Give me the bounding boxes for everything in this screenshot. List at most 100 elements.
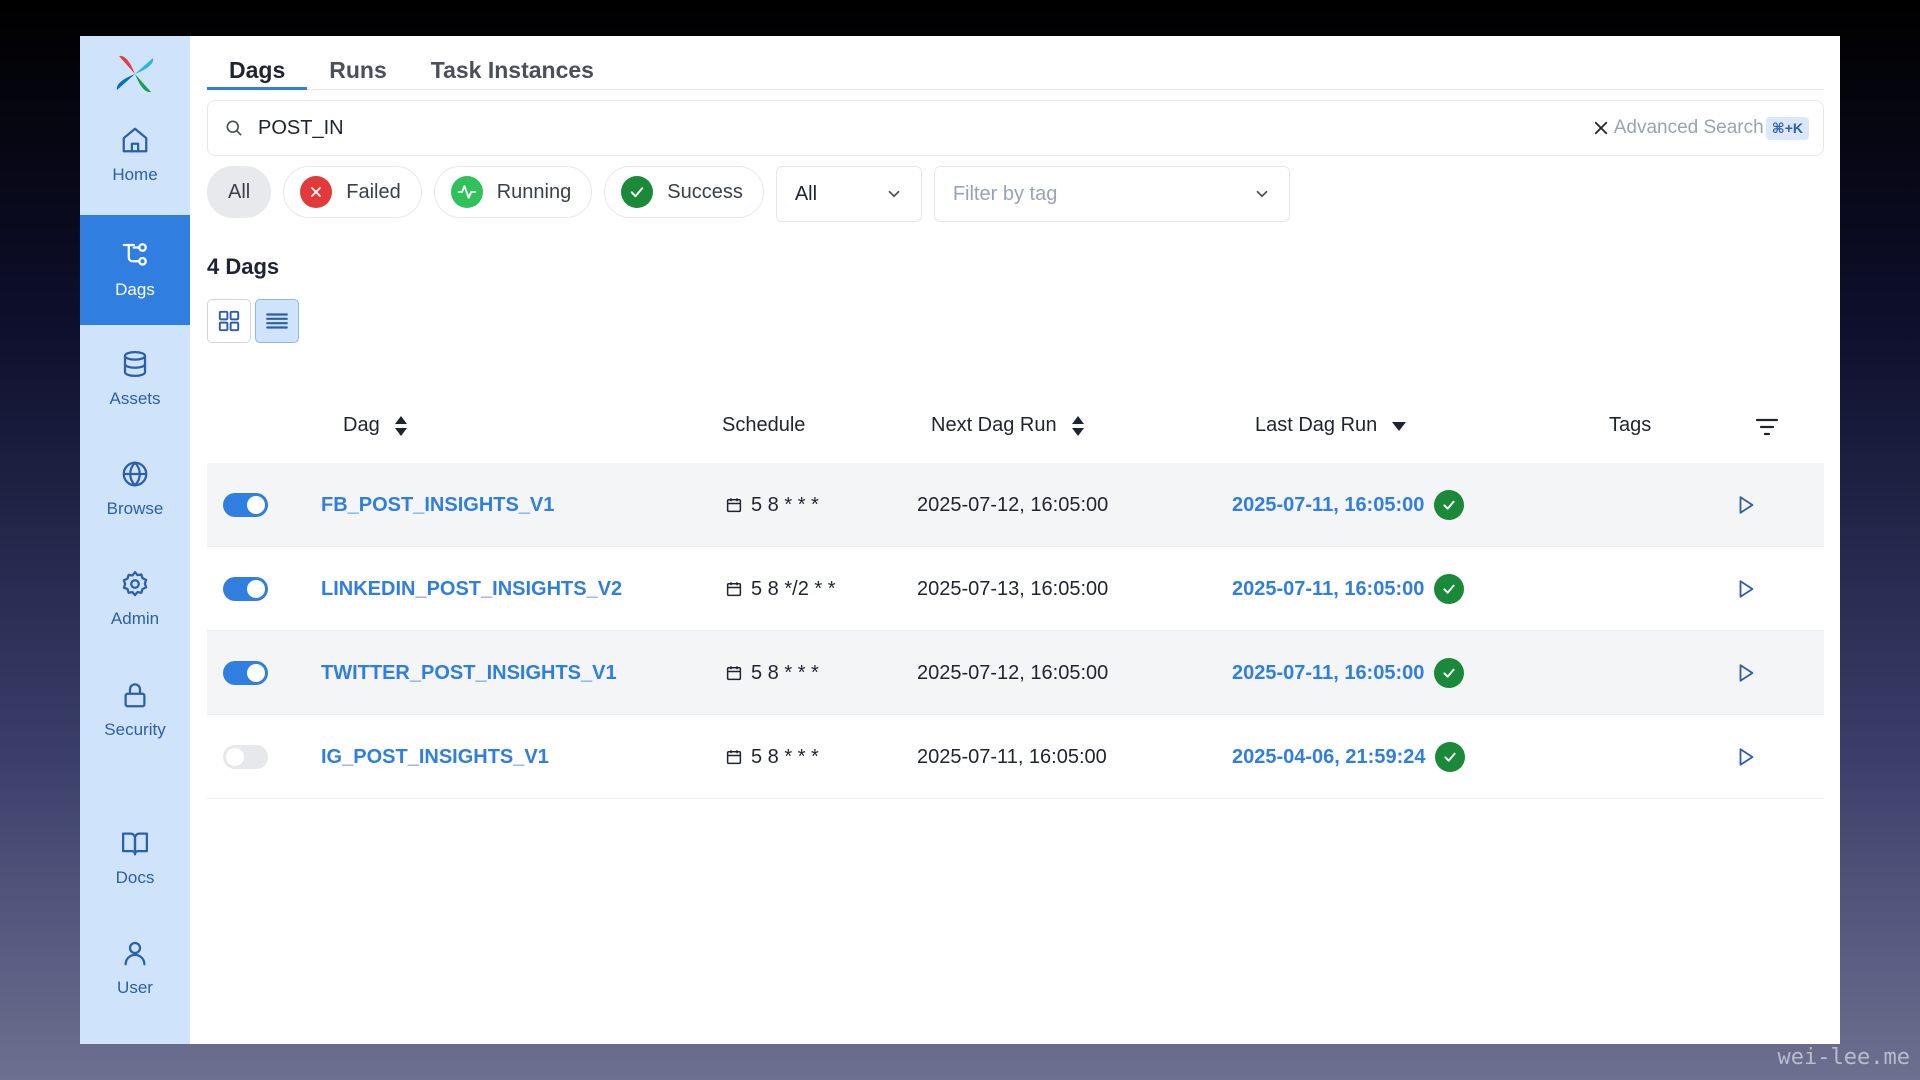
dag-name-link[interactable]: IG_POST_INSIGHTS_V1 bbox=[321, 746, 549, 769]
main-content: Dags Runs Task Instances Advanced Search… bbox=[190, 36, 1840, 1044]
success-status-icon bbox=[1434, 658, 1465, 688]
airflow-logo[interactable] bbox=[113, 52, 157, 96]
state-filters: All Failed Running Success All Filter by… bbox=[207, 166, 1290, 222]
trigger-dag-play-icon[interactable] bbox=[1735, 494, 1757, 516]
schedule-value: 5 8 * * * bbox=[751, 493, 819, 516]
filter-failed-label: Failed bbox=[346, 180, 401, 203]
next-run-value: 2025-07-13, 16:05:00 bbox=[917, 577, 1109, 600]
schedule-value: 5 8 */2 * * bbox=[751, 577, 836, 600]
calendar-icon bbox=[726, 666, 742, 681]
dag-pause-toggle[interactable] bbox=[223, 745, 268, 769]
shortcut-badge: ⌘+K bbox=[1765, 116, 1809, 140]
gear-icon bbox=[122, 571, 148, 597]
schedule-value: 5 8 * * * bbox=[751, 661, 819, 684]
filter-failed-button[interactable]: Failed bbox=[283, 166, 422, 218]
trigger-dag-play-icon[interactable] bbox=[1735, 662, 1757, 684]
filter-running-label: Running bbox=[496, 180, 572, 203]
table-row: FB_POST_INSIGHTS_V1 5 8 * * * 2025-07-12… bbox=[207, 463, 1824, 547]
search-bar: Advanced Search ⌘+K bbox=[207, 100, 1824, 156]
sidebar-item-dags[interactable]: Dags bbox=[80, 215, 190, 325]
column-header-label: Last Dag Run bbox=[1255, 414, 1378, 436]
dag-name-link[interactable]: FB_POST_INSIGHTS_V1 bbox=[321, 494, 554, 517]
list-icon bbox=[266, 313, 288, 329]
running-icon bbox=[450, 176, 483, 208]
sidebar-item-security[interactable]: Security bbox=[80, 655, 190, 765]
search-icon bbox=[226, 120, 242, 136]
globe-icon bbox=[122, 461, 148, 487]
card-view-button[interactable] bbox=[207, 299, 251, 343]
chevron-down-icon bbox=[888, 190, 900, 198]
user-icon bbox=[124, 941, 146, 966]
trigger-dag-play-icon[interactable] bbox=[1735, 578, 1757, 600]
sidebar-item-label: Assets bbox=[109, 389, 161, 408]
sidebar-item-browse[interactable]: Browse bbox=[80, 434, 190, 544]
column-header-label: Dag bbox=[343, 414, 380, 436]
search-input[interactable] bbox=[258, 116, 1592, 140]
sidebar: Home Dags Assets Browse Admin Security D… bbox=[80, 36, 190, 1044]
success-status-icon bbox=[1435, 742, 1466, 772]
column-header-last-run[interactable]: Last Dag Run bbox=[1255, 414, 1407, 437]
sort-icon bbox=[394, 415, 407, 436]
sidebar-item-admin[interactable]: Admin bbox=[80, 544, 190, 654]
filter-all-button[interactable]: All bbox=[207, 166, 272, 218]
column-header-next-run[interactable]: Next Dag Run bbox=[931, 414, 1085, 437]
column-header-schedule: Schedule bbox=[722, 414, 805, 437]
tab-dags[interactable]: Dags bbox=[207, 50, 308, 90]
dag-pause-toggle[interactable] bbox=[223, 577, 268, 601]
watermark: wei-lee.me bbox=[1777, 1045, 1910, 1070]
trigger-dag-play-icon[interactable] bbox=[1735, 746, 1757, 768]
calendar-icon bbox=[726, 498, 742, 513]
tab-runs[interactable]: Runs bbox=[307, 50, 409, 90]
next-run-value: 2025-07-11, 16:05:00 bbox=[917, 745, 1107, 768]
sidebar-item-label: Browse bbox=[106, 499, 164, 518]
column-filter-button[interactable] bbox=[1741, 416, 1779, 438]
sort-icon bbox=[1071, 415, 1084, 436]
paused-filter-value: All bbox=[794, 182, 818, 205]
column-header-dag[interactable]: Dag bbox=[343, 414, 408, 437]
book-icon bbox=[122, 832, 148, 856]
last-run-link[interactable]: 2025-04-06, 21:59:24 bbox=[1232, 742, 1466, 772]
calendar-icon bbox=[726, 750, 742, 765]
paused-filter-select[interactable]: All bbox=[775, 166, 922, 222]
sidebar-item-label: Dags bbox=[115, 280, 155, 299]
app-window: Home Dags Assets Browse Admin Security D… bbox=[80, 36, 1840, 1044]
filter-running-button[interactable]: Running bbox=[433, 166, 593, 218]
table-row: TWITTER_POST_INSIGHTS_V1 5 8 * * * 2025-… bbox=[207, 631, 1824, 715]
last-run-value: 2025-07-11, 16:05:00 bbox=[1232, 661, 1425, 684]
success-icon bbox=[621, 176, 654, 208]
sidebar-item-user[interactable]: User bbox=[80, 913, 190, 1023]
column-header-label: Tags bbox=[1609, 414, 1652, 436]
filter-success-label: Success bbox=[667, 180, 743, 203]
advanced-search-link[interactable]: Advanced Search bbox=[1614, 117, 1764, 139]
last-run-value: 2025-04-06, 21:59:24 bbox=[1232, 745, 1426, 768]
dag-pause-toggle[interactable] bbox=[223, 661, 268, 685]
last-run-link[interactable]: 2025-07-11, 16:05:00 bbox=[1232, 574, 1465, 604]
tag-filter-placeholder: Filter by tag bbox=[952, 182, 1058, 205]
dag-pause-toggle[interactable] bbox=[223, 493, 268, 517]
close-icon[interactable] bbox=[1592, 119, 1610, 137]
last-run-value: 2025-07-11, 16:05:00 bbox=[1232, 577, 1425, 600]
filter-icon bbox=[1755, 418, 1779, 436]
last-run-link[interactable]: 2025-07-11, 16:05:00 bbox=[1232, 658, 1465, 688]
dag-name-link[interactable]: LINKEDIN_POST_INSIGHTS_V2 bbox=[321, 578, 622, 601]
next-run-value: 2025-07-12, 16:05:00 bbox=[917, 493, 1109, 516]
sidebar-item-home[interactable]: Home bbox=[80, 100, 190, 210]
schedule-value: 5 8 * * * bbox=[751, 745, 819, 768]
filter-success-button[interactable]: Success bbox=[604, 166, 764, 218]
success-status-icon bbox=[1434, 490, 1465, 520]
last-run-value: 2025-07-11, 16:05:00 bbox=[1232, 493, 1425, 516]
table-view-button[interactable] bbox=[255, 299, 299, 343]
last-run-link[interactable]: 2025-07-11, 16:05:00 bbox=[1232, 490, 1465, 520]
chevron-down-icon bbox=[1256, 190, 1268, 198]
sidebar-item-label: Security bbox=[104, 720, 166, 739]
dag-name-link[interactable]: TWITTER_POST_INSIGHTS_V1 bbox=[321, 662, 617, 685]
column-header-tags: Tags bbox=[1609, 414, 1651, 437]
tag-filter-select[interactable]: Filter by tag bbox=[933, 166, 1290, 222]
sidebar-item-docs[interactable]: Docs bbox=[80, 803, 190, 913]
view-toggle bbox=[207, 299, 299, 343]
tab-task-instances[interactable]: Task Instances bbox=[409, 50, 616, 90]
sidebar-item-assets[interactable]: Assets bbox=[80, 324, 190, 434]
tab-bar: Dags Runs Task Instances bbox=[207, 50, 1824, 90]
table-row: LINKEDIN_POST_INSIGHTS_V2 5 8 */2 * * 20… bbox=[207, 547, 1824, 631]
grid-icon bbox=[218, 310, 240, 332]
